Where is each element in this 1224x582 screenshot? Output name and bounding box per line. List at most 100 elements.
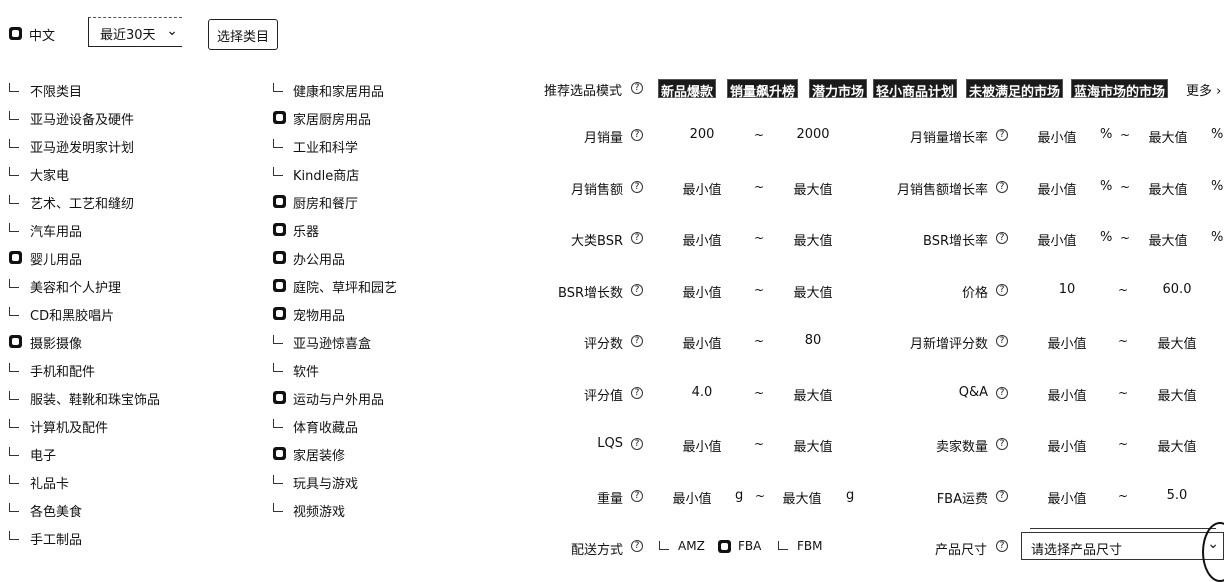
help-icon[interactable]: ? [631,489,643,502]
category-label[interactable]: 玩具与游戏 [293,473,358,492]
category-checkbox[interactable] [273,223,286,236]
category-label[interactable]: Kindle商店 [293,165,359,184]
help-icon[interactable]: ? [631,180,643,193]
help-icon[interactable]: ? [996,283,1008,296]
category-label[interactable]: 乐器 [293,221,319,240]
category-label[interactable]: 美容和个人护理 [30,277,121,296]
filter-max-weight[interactable]: 最大值 [762,488,842,507]
help-icon[interactable]: ? [996,386,1008,399]
category-label[interactable]: 厨房和餐厅 [293,193,358,212]
shipping-fba-checkbox[interactable] [718,540,731,553]
filter-min-monthly-sales-growth[interactable]: 最小值 [1017,127,1097,146]
help-icon[interactable]: ? [631,438,643,450]
category-label[interactable]: 运动与户外用品 [293,389,384,408]
category-label[interactable]: 健康和家居用品 [293,81,384,100]
category-checkbox[interactable] [9,419,19,428]
category-checkbox[interactable] [9,111,19,120]
category-label[interactable]: 不限类目 [30,81,82,100]
filter-max-monthly-revenue[interactable]: 最大值 [773,179,853,198]
help-icon[interactable]: ? [996,180,1008,193]
help-icon[interactable]: ? [631,283,643,296]
category-checkbox[interactable] [9,251,22,264]
category-label[interactable]: 婴儿用品 [30,249,82,268]
category-label[interactable]: 汽车用品 [30,221,82,240]
filter-max-seller-count[interactable]: 最大值 [1137,436,1217,455]
filter-min-price[interactable]: 10 [1027,282,1107,297]
category-label[interactable]: 视频游戏 [293,501,345,520]
category-checkbox[interactable] [273,111,286,124]
category-checkbox[interactable] [9,475,19,484]
filter-min-seller-count[interactable]: 最小值 [1027,436,1107,455]
help-icon[interactable]: ? [996,540,1008,552]
category-checkbox[interactable] [273,335,283,344]
filter-min-monthly-sales[interactable]: 200 [662,127,742,142]
category-label[interactable]: 庭院、草坪和园艺 [293,277,397,296]
category-label[interactable]: 艺术、工艺和缝纫 [30,193,134,212]
language-icon[interactable] [9,27,22,40]
help-icon[interactable]: ? [631,540,643,552]
filter-max-price[interactable]: 60.0 [1137,282,1217,297]
category-checkbox[interactable] [273,167,283,176]
shipping-amz-checkbox[interactable] [659,541,669,550]
filter-max-bsr-growth-rate[interactable]: 最大值 [1128,230,1208,249]
help-icon[interactable]: ? [996,335,1008,347]
category-checkbox[interactable] [9,195,19,204]
help-icon[interactable]: ? [631,335,643,347]
category-checkbox[interactable] [273,447,286,460]
category-label[interactable]: 家居装修 [293,445,345,464]
category-label[interactable]: 亚马逊惊喜盒 [293,333,371,352]
category-checkbox[interactable] [9,167,19,176]
help-icon[interactable]: ? [996,489,1008,502]
filter-min-bsr-growth-count[interactable]: 最小值 [662,282,742,301]
mode-tag-new-hot[interactable]: 新品爆款 [658,79,717,100]
help-icon[interactable]: ? [631,386,643,399]
filter-max-monthly-revenue-growth[interactable]: 最大值 [1128,179,1208,198]
category-checkbox[interactable] [273,83,283,92]
mode-tag-blue-ocean[interactable]: 蓝海市场的市场 [1071,79,1169,100]
filter-min-fba-fee[interactable]: 最小值 [1027,488,1107,507]
category-checkbox[interactable] [9,139,19,148]
category-label[interactable]: 计算机及配件 [30,417,108,436]
filter-max-lqs[interactable]: 最大值 [773,436,853,455]
category-checkbox[interactable] [9,223,19,232]
filter-min-weight[interactable]: 最小值 [652,488,732,507]
category-checkbox[interactable] [273,391,286,404]
filter-min-monthly-revenue[interactable]: 最小值 [662,179,742,198]
select-category-button[interactable]: 选择类目 [208,19,278,50]
category-label[interactable]: 服装、鞋靴和珠宝饰品 [30,389,160,408]
filter-min-bsr-growth-rate[interactable]: 最小值 [1017,230,1097,249]
category-checkbox[interactable] [9,391,19,400]
category-checkbox[interactable] [9,363,19,372]
category-checkbox[interactable] [273,195,286,208]
mode-tag-small-light[interactable]: 轻小商品计划 [873,79,958,100]
mode-tag-sales-surge[interactable]: 销量飙升榜 [727,79,799,100]
category-checkbox[interactable] [273,419,283,428]
filter-min-rating-value[interactable]: 4.0 [662,385,742,400]
filter-min-qa[interactable]: 最小值 [1027,385,1107,404]
help-icon[interactable]: ? [996,232,1008,244]
category-checkbox[interactable] [273,363,283,372]
category-checkbox[interactable] [9,531,19,540]
category-checkbox[interactable] [273,251,286,264]
category-label[interactable]: 各色美食 [30,501,82,520]
filter-max-rating-count[interactable]: 80 [773,333,853,348]
help-icon[interactable]: ? [631,232,643,244]
language-label[interactable]: 中文 [29,25,55,44]
category-checkbox[interactable] [273,307,286,320]
filter-min-category-bsr[interactable]: 最小值 [662,230,742,249]
category-checkbox[interactable] [9,279,19,288]
filter-max-qa[interactable]: 最大值 [1137,385,1217,404]
category-checkbox[interactable] [9,83,19,92]
category-label[interactable]: 亚马逊发明家计划 [30,137,134,156]
filter-max-fba-fee[interactable]: 5.0 [1137,488,1217,503]
category-label[interactable]: CD和黑胶唱片 [30,305,114,324]
category-label[interactable]: 手工制品 [30,529,82,548]
filter-max-bsr-growth-count[interactable]: 最大值 [773,282,853,301]
filter-min-monthly-revenue-growth[interactable]: 最小值 [1017,179,1097,198]
filter-max-monthly-sales-growth[interactable]: 最大值 [1128,127,1208,146]
category-checkbox[interactable] [273,279,286,292]
help-icon[interactable]: ? [996,438,1008,450]
filter-min-lqs[interactable]: 最小值 [662,436,742,455]
category-checkbox[interactable] [9,503,19,512]
category-label[interactable]: 工业和科学 [293,137,358,156]
